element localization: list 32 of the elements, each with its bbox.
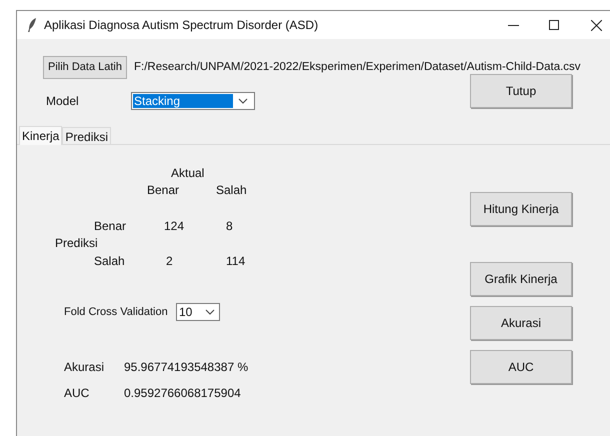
matrix-value: 114 — [225, 252, 246, 270]
action-button[interactable]: Akurasi — [470, 306, 572, 340]
window-title: Aplikasi Diagnosa Autism Spectrum Disorder (ASD) — [44, 17, 318, 34]
dropdown-icon — [238, 98, 248, 104]
row-header: Benar — [94, 218, 128, 234]
tab[interactable]: Prediksi — [62, 127, 112, 144]
matrix-value: 2 — [165, 252, 174, 270]
tab[interactable]: Kinerja — [19, 126, 62, 145]
action-button[interactable]: AUC — [470, 350, 572, 384]
file-path: F:/Research/UNPAM/2021-2022/Eksperimen/Experimen/Dataset/Autism-Child-Data.csv — [134, 60, 581, 75]
model-label: Model — [45, 92, 80, 110]
choose-data-button[interactable]: Pilih Data Latih — [43, 56, 127, 79]
column-header: Benar — [147, 182, 180, 198]
result-label: AUC — [64, 385, 90, 402]
close-icon[interactable] — [591, 20, 602, 30]
result-value: 0.9592766068175904 — [124, 385, 241, 402]
column-header: Salah — [216, 182, 247, 198]
fold-combobox[interactable]: 10 — [176, 303, 220, 321]
model-combobox[interactable]: Stacking — [131, 92, 255, 110]
result-label: Akurasi — [64, 359, 106, 376]
dropdown-icon — [205, 309, 215, 315]
feather-icon — [27, 17, 37, 33]
close-button[interactable]: Tutup — [470, 74, 572, 108]
fold-label: Fold Cross Validation — [64, 304, 169, 320]
action-button[interactable]: Grafik Kinerja — [470, 262, 572, 296]
matrix-value: 8 — [225, 218, 234, 234]
row-header: Salah — [94, 252, 126, 270]
axis-label: Aktual — [170, 164, 206, 182]
result-value: 95.96774193548387 % — [124, 359, 248, 376]
action-button[interactable]: Hitung Kinerja — [470, 192, 572, 226]
maximize-icon[interactable] — [549, 20, 559, 30]
matrix-value: 124 — [163, 218, 186, 234]
